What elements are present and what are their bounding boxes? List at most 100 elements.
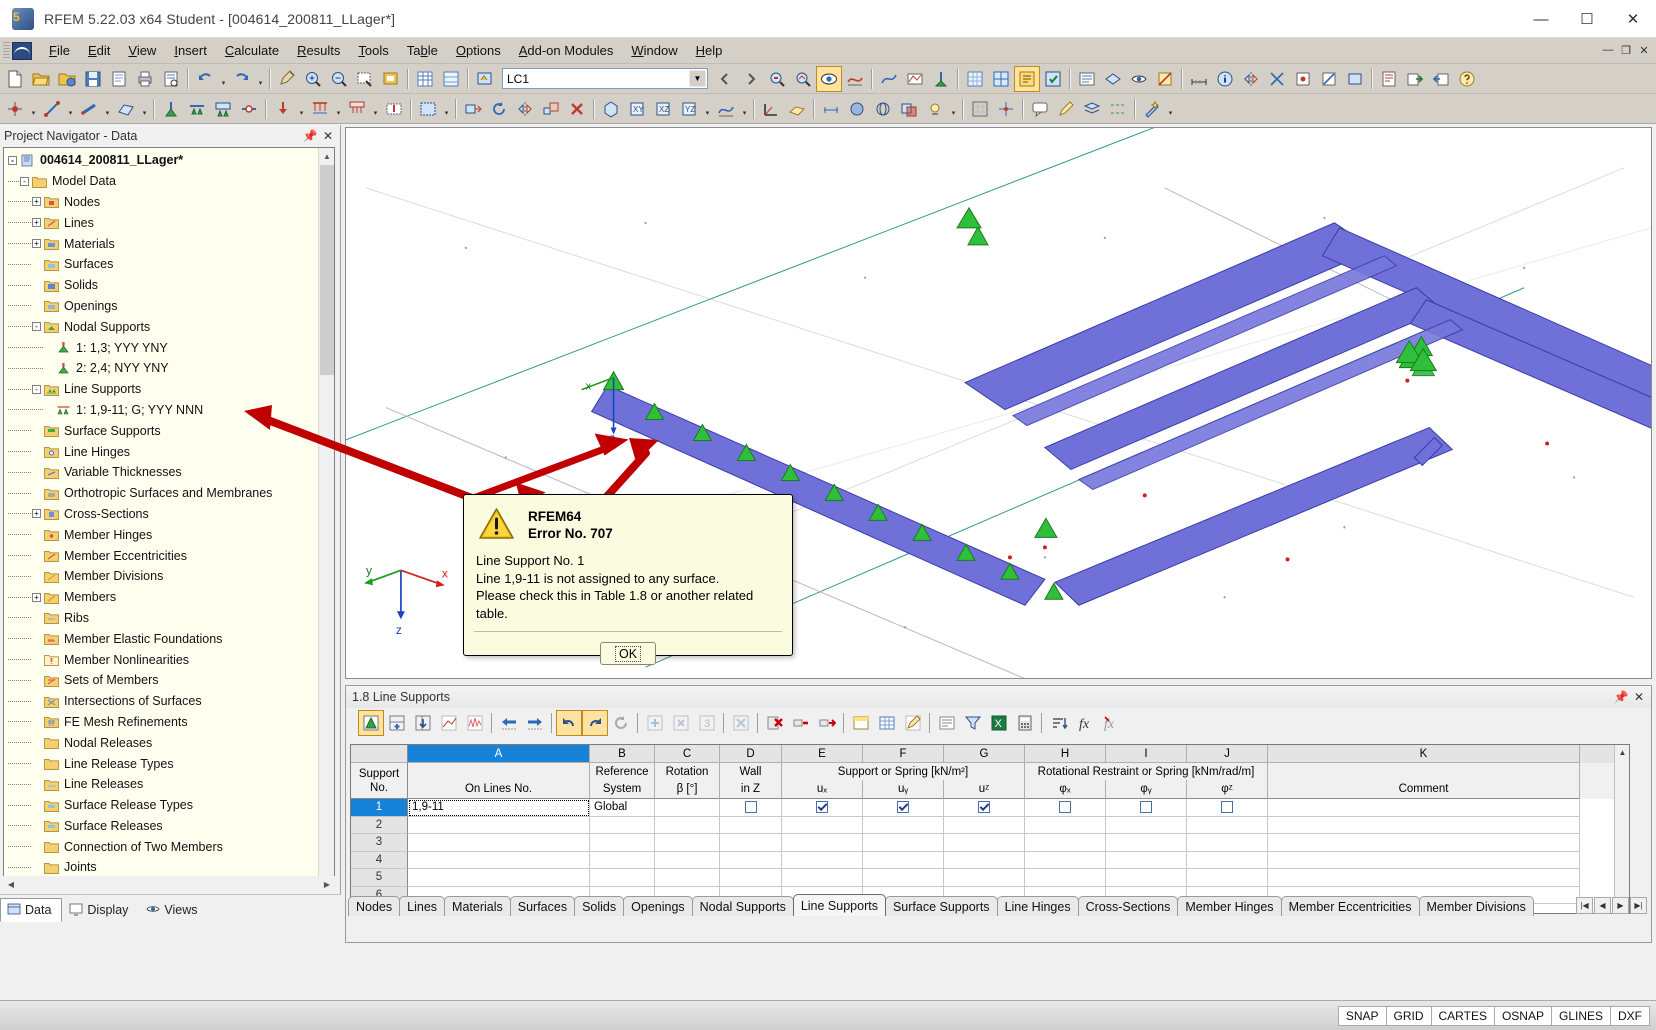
- checkbox-J[interactable]: [1221, 801, 1233, 814]
- pin-icon[interactable]: 📌: [1613, 689, 1629, 705]
- next-tab-button[interactable]: ▶: [1612, 897, 1629, 914]
- clear-table-button[interactable]: [728, 710, 754, 736]
- snap-button[interactable]: [993, 96, 1019, 122]
- calculate-all-button[interactable]: [1040, 66, 1066, 92]
- cell-D-5[interactable]: [720, 869, 782, 887]
- status-button-cartes[interactable]: CARTES: [1430, 1005, 1495, 1026]
- add-item-button[interactable]: [642, 710, 668, 736]
- table-tab-nodal-supports[interactable]: Nodal Supports: [691, 896, 794, 916]
- table-tab-solids[interactable]: Solids: [574, 896, 625, 916]
- tree-item-member-divisions[interactable]: Member Divisions: [4, 566, 318, 587]
- tree-toggle-collapse-icon[interactable]: -: [20, 176, 29, 186]
- tree-item-member-hinges[interactable]: Member Hinges: [4, 524, 318, 545]
- import-button[interactable]: [1428, 66, 1454, 92]
- cell-H-4[interactable]: [1025, 851, 1106, 869]
- cell-I-3[interactable]: [1106, 834, 1187, 852]
- cell-J-4[interactable]: [1187, 851, 1268, 869]
- cell-C-1[interactable]: [655, 799, 720, 817]
- nodal-load-dropdown[interactable]: ▾: [296, 96, 307, 122]
- mdi-close-button[interactable]: ✕: [1636, 42, 1652, 58]
- insert-row-button[interactable]: [384, 710, 410, 736]
- nodal-load-button[interactable]: [270, 96, 296, 122]
- grid-column-header-C[interactable]: C: [655, 745, 720, 763]
- grid-scroll-up-icon[interactable]: ▲: [1615, 745, 1629, 760]
- cell-J-2[interactable]: [1187, 816, 1268, 834]
- tree-item-model-data[interactable]: - Model Data: [4, 171, 318, 192]
- tree-item-line-supports[interactable]: - Line Supports: [4, 379, 318, 400]
- menu-item-edit[interactable]: Edit: [79, 40, 119, 61]
- printout-report-button[interactable]: [1376, 66, 1402, 92]
- grid-column-header-E[interactable]: E: [782, 745, 863, 763]
- table-tab-member-hinges[interactable]: Member Hinges: [1177, 896, 1282, 916]
- grid-column-header-B[interactable]: B: [590, 745, 655, 763]
- cell-C-2[interactable]: [655, 816, 720, 834]
- cell-I-1[interactable]: [1106, 799, 1187, 817]
- cell-B-2[interactable]: [590, 816, 655, 834]
- cell-F-4[interactable]: [863, 851, 944, 869]
- zoom-all-button[interactable]: [378, 66, 404, 92]
- view-iso-button[interactable]: [598, 96, 624, 122]
- line-load-button[interactable]: [307, 96, 333, 122]
- cell-K-1[interactable]: [1268, 799, 1580, 817]
- cell-K-3[interactable]: [1268, 834, 1580, 852]
- measure-button[interactable]: [1186, 66, 1212, 92]
- wizard-dropdown[interactable]: ▾: [1165, 96, 1176, 122]
- maximize-button[interactable]: ☐: [1564, 0, 1610, 38]
- menu-grip-handle[interactable]: [3, 41, 10, 60]
- ok-button[interactable]: OK: [600, 642, 656, 665]
- graph-button[interactable]: [462, 710, 488, 736]
- grid-column-header-F[interactable]: F: [863, 745, 944, 763]
- cell-D-1[interactable]: [720, 799, 782, 817]
- next-loadcase-button[interactable]: [738, 66, 764, 92]
- function-clear-button[interactable]: fx: [1098, 710, 1124, 736]
- calculator-button[interactable]: [1012, 710, 1038, 736]
- chevron-down-icon[interactable]: ▼: [689, 70, 706, 87]
- menu-item-window[interactable]: Window: [622, 40, 686, 61]
- tree-item-ribs[interactable]: Ribs: [4, 608, 318, 629]
- edit-dimensions-button[interactable]: [274, 66, 300, 92]
- render-solid-button[interactable]: [844, 96, 870, 122]
- cell-G-3[interactable]: [944, 834, 1025, 852]
- scroll-right-icon[interactable]: ▶: [319, 876, 335, 892]
- cell-C-3[interactable]: [655, 834, 720, 852]
- tree-item-1-1-9-11-g-yyy-nnn[interactable]: 1: 1,9-11; G; YYY NNN: [4, 400, 318, 421]
- tree-item-member-elastic-foundations[interactable]: Member Elastic Foundations: [4, 628, 318, 649]
- zoom-out-button[interactable]: [326, 66, 352, 92]
- cell-B-4[interactable]: [590, 851, 655, 869]
- navigator-tab-display[interactable]: Display: [62, 898, 139, 922]
- menu-item-view[interactable]: View: [119, 40, 165, 61]
- table-tab-line-hinges[interactable]: Line Hinges: [996, 896, 1079, 916]
- show-loads-button[interactable]: [764, 66, 790, 92]
- checkbox-H[interactable]: [1059, 801, 1071, 814]
- export-button[interactable]: [1402, 66, 1428, 92]
- zoom-window-button[interactable]: [352, 66, 378, 92]
- render-model-button[interactable]: [816, 65, 842, 92]
- tree-item-1-1-3-yyy-yny[interactable]: 1: 1,3; YYY YNY: [4, 337, 318, 358]
- tree-toggle-expand-icon[interactable]: +: [32, 197, 41, 207]
- transparency-button[interactable]: [896, 96, 922, 122]
- scroll-left-icon[interactable]: ◀: [3, 876, 19, 892]
- last-tab-button[interactable]: ▶|: [1630, 897, 1647, 914]
- cell-A-4[interactable]: [408, 851, 590, 869]
- menu-item-options[interactable]: Options: [447, 40, 510, 61]
- cell-H-5[interactable]: [1025, 869, 1106, 887]
- new-node-button[interactable]: [2, 96, 28, 122]
- grid-column-header-A[interactable]: A: [408, 745, 590, 763]
- tree-item-materials[interactable]: + Materials: [4, 233, 318, 254]
- pin-icon[interactable]: 📌: [302, 128, 318, 144]
- excel-export-button[interactable]: X: [986, 710, 1012, 736]
- scroll-thumb[interactable]: [320, 165, 334, 375]
- annotate-button[interactable]: [1053, 96, 1079, 122]
- internal-forces-button[interactable]: [902, 66, 928, 92]
- cell-J-3[interactable]: [1187, 834, 1268, 852]
- surface-load-button[interactable]: [344, 96, 370, 122]
- tree-toggle-collapse-icon[interactable]: -: [8, 155, 17, 165]
- tree-item-2-2-4-nyy-yny[interactable]: 2: 2,4; NYY YNY: [4, 358, 318, 379]
- menu-item-file[interactable]: File: [40, 40, 79, 61]
- tree-toggle-collapse-icon[interactable]: -: [32, 384, 41, 394]
- menu-item-calculate[interactable]: Calculate: [216, 40, 288, 61]
- calculate-button[interactable]: [1014, 65, 1040, 92]
- tree-toggle-expand-icon[interactable]: +: [32, 592, 41, 602]
- cell-I-4[interactable]: [1106, 851, 1187, 869]
- row-number-cell[interactable]: 1: [351, 799, 408, 817]
